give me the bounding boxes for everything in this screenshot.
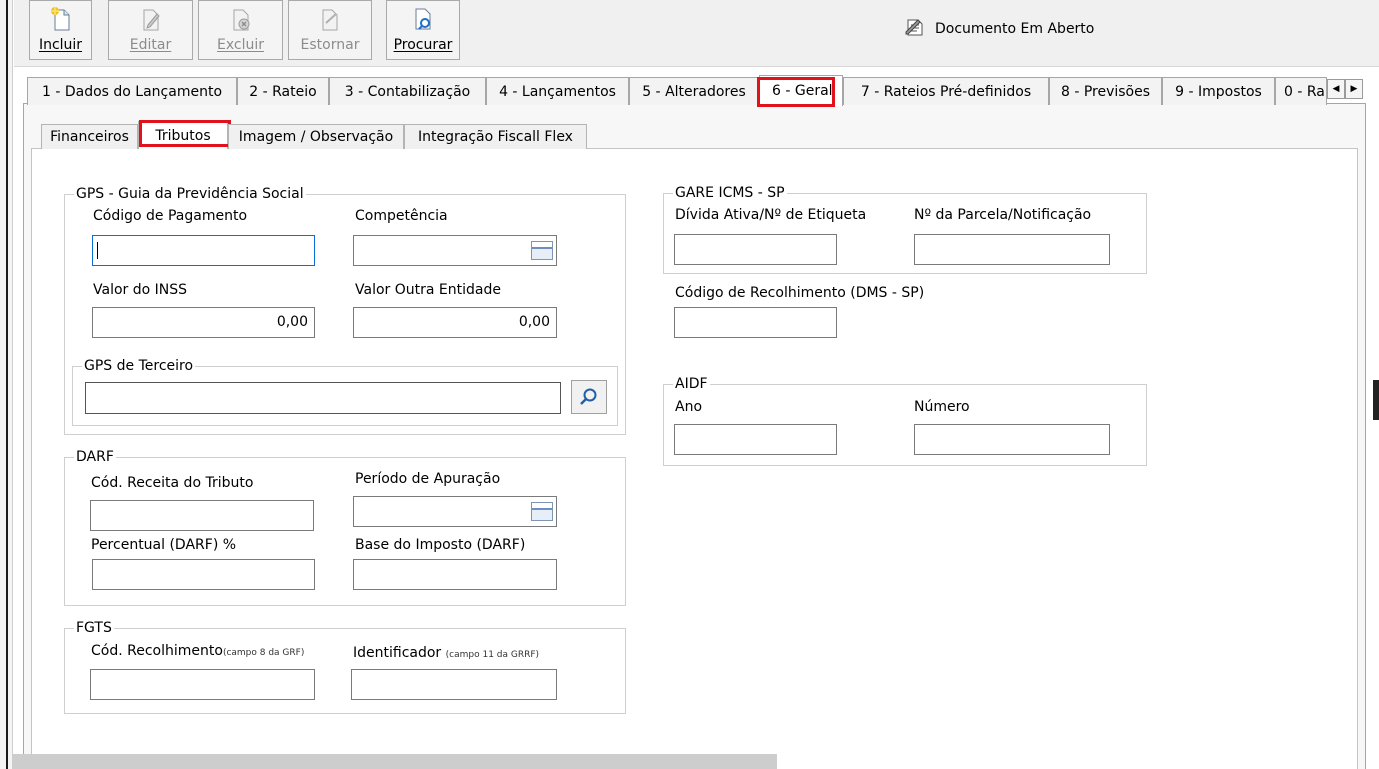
incluir-button[interactable]: Incluir <box>29 0 92 60</box>
horizontal-scrollbar[interactable] <box>12 754 777 769</box>
tab-rateios-predefinidos[interactable]: 7 - Rateios Pré-definidos <box>843 77 1049 105</box>
subtab-label: Integração Fiscall Flex <box>418 129 573 145</box>
aidf-group-title: AIDF <box>673 376 710 392</box>
subtab-imagem-observacao[interactable]: Imagem / Observação <box>228 124 404 149</box>
tab-label: 4 - Lançamentos <box>499 83 616 100</box>
tab-rateio-0[interactable]: 0 - Ra <box>1275 77 1327 105</box>
tab-dados-lancamento[interactable]: 1 - Dados do Lançamento <box>27 77 237 105</box>
document-status: Documento Em Aberto <box>905 18 1094 40</box>
percentual-darf-input[interactable] <box>92 559 315 590</box>
estornar-button[interactable]: Estornar <box>288 0 372 60</box>
tab-label: 3 - Contabilização <box>344 83 471 100</box>
gare-group-title: GARE ICMS - SP <box>673 185 787 201</box>
periodo-apuracao-date-input[interactable] <box>353 496 557 527</box>
darf-group-title: DARF <box>74 449 116 465</box>
aidf-numero-label: Número <box>914 399 970 415</box>
document-status-text: Documento Em Aberto <box>935 21 1095 37</box>
tab-geral-highlight <box>757 77 835 107</box>
gps-terceiro-search-button[interactable] <box>571 380 607 414</box>
divida-ativa-label: Dívida Ativa/Nº de Etiqueta <box>675 207 867 223</box>
percentual-darf-label: Percentual (DARF) % <box>91 537 237 553</box>
fgts-cod-recolhimento-input[interactable] <box>90 669 315 700</box>
calendar-icon[interactable] <box>531 241 553 260</box>
fgts-cod-recolhimento-note: (campo 8 da GRF) <box>222 648 305 658</box>
aidf-ano-label: Ano <box>675 399 703 415</box>
incluir-label: Incluir <box>38 37 83 53</box>
reverse-document-icon <box>319 7 341 31</box>
base-imposto-input[interactable] <box>353 559 557 590</box>
procurar-label: Procurar <box>393 37 453 53</box>
excluir-label: Excluir <box>217 37 264 53</box>
tab-label: 0 - Ra <box>1284 83 1325 100</box>
gps-terceiro-title: GPS de Terceiro <box>82 358 196 374</box>
aidf-ano-input[interactable] <box>674 424 837 455</box>
subtab-integracao-fiscall-flex[interactable]: Integração Fiscall Flex <box>404 124 587 149</box>
cod-receita-input[interactable] <box>90 500 314 531</box>
estornar-label: Estornar <box>300 37 360 53</box>
fgts-identificador-text: Identificador <box>353 645 442 661</box>
valor-outra-entidade-input[interactable]: 0,00 <box>353 307 557 338</box>
tab-rateio[interactable]: 2 - Rateio <box>237 77 329 105</box>
excluir-button[interactable]: Excluir <box>198 0 283 60</box>
subtab-tributos-highlight <box>139 120 231 147</box>
fgts-group-title: FGTS <box>74 620 114 636</box>
right-edge-marker <box>1373 380 1379 420</box>
tab-label: 7 - Rateios Pré-definidos <box>860 83 1032 100</box>
search-icon <box>580 388 597 405</box>
codigo-recolhimento-dms-label: Código de Recolhimento (DMS - SP) <box>675 285 925 301</box>
competencia-label: Competência <box>355 208 448 224</box>
valor-outra-entidade-label: Valor Outra Entidade <box>355 282 501 298</box>
tab-label: 1 - Dados do Lançamento <box>41 83 223 100</box>
gps-terceiro-input[interactable] <box>85 382 561 414</box>
new-document-icon <box>50 7 72 31</box>
codigo-recolhimento-dms-input[interactable] <box>674 307 837 338</box>
parcela-notificacao-input[interactable] <box>914 234 1110 265</box>
tab-label: 2 - Rateio <box>249 83 317 100</box>
tab-label: 9 - Impostos <box>1175 83 1262 100</box>
procurar-button[interactable]: Procurar <box>386 0 460 60</box>
codigo-pagamento-input[interactable] <box>92 235 315 266</box>
delete-document-icon <box>230 7 252 31</box>
subtab-label: Financeiros <box>50 129 129 145</box>
tab-scroll-arrows: ◀ ▶ <box>1327 79 1365 99</box>
tab-label: 5 - Alteradores <box>642 83 746 100</box>
gps-group-title: GPS - Guia da Previdência Social <box>74 186 306 202</box>
tab-contabilizacao[interactable]: 3 - Contabilização <box>329 77 486 105</box>
cod-receita-label: Cód. Receita do Tributo <box>91 475 254 491</box>
fgts-identificador-input[interactable] <box>351 669 557 700</box>
editar-button[interactable]: Editar <box>108 0 193 60</box>
tab-scroll-right-button[interactable]: ▶ <box>1345 79 1363 99</box>
tab-impostos[interactable]: 9 - Impostos <box>1162 77 1275 105</box>
tab-scroll-left-button[interactable]: ◀ <box>1327 79 1345 99</box>
codigo-pagamento-label: Código de Pagamento <box>93 208 248 224</box>
periodo-apuracao-label: Período de Apuração <box>355 471 501 487</box>
calendar-icon[interactable] <box>531 502 553 521</box>
search-document-icon <box>412 7 434 31</box>
document-status-icon <box>905 18 925 40</box>
subtab-label: Imagem / Observação <box>238 129 394 145</box>
subtab-financeiros[interactable]: Financeiros <box>41 124 138 149</box>
fgts-cod-recolhimento-text: Cód. Recolhimento <box>91 643 223 659</box>
text-caret <box>97 242 98 259</box>
tab-alteradores[interactable]: 5 - Alteradores <box>629 77 759 105</box>
valor-inss-input[interactable]: 0,00 <box>92 307 315 338</box>
editar-label: Editar <box>129 37 172 53</box>
fgts-cod-recolhimento-label: Cód. Recolhimento(campo 8 da GRF) <box>91 643 304 659</box>
edit-document-icon <box>140 7 162 31</box>
fgts-identificador-note: (campo 11 da GRRF) <box>445 650 540 660</box>
tab-previsoes[interactable]: 8 - Previsões <box>1049 77 1162 105</box>
tab-lancamentos[interactable]: 4 - Lançamentos <box>486 77 629 105</box>
aidf-numero-input[interactable] <box>914 424 1110 455</box>
tab-label: 8 - Previsões <box>1060 83 1151 100</box>
valor-inss-label: Valor do INSS <box>93 282 188 298</box>
left-divider <box>6 0 8 769</box>
competencia-date-input[interactable] <box>353 235 557 266</box>
divida-ativa-input[interactable] <box>674 234 837 265</box>
base-imposto-label: Base do Imposto (DARF) <box>355 537 526 553</box>
fgts-identificador-label: Identificador (campo 11 da GRRF) <box>353 645 539 661</box>
parcela-notificacao-label: Nº da Parcela/Notificação <box>914 207 1092 223</box>
